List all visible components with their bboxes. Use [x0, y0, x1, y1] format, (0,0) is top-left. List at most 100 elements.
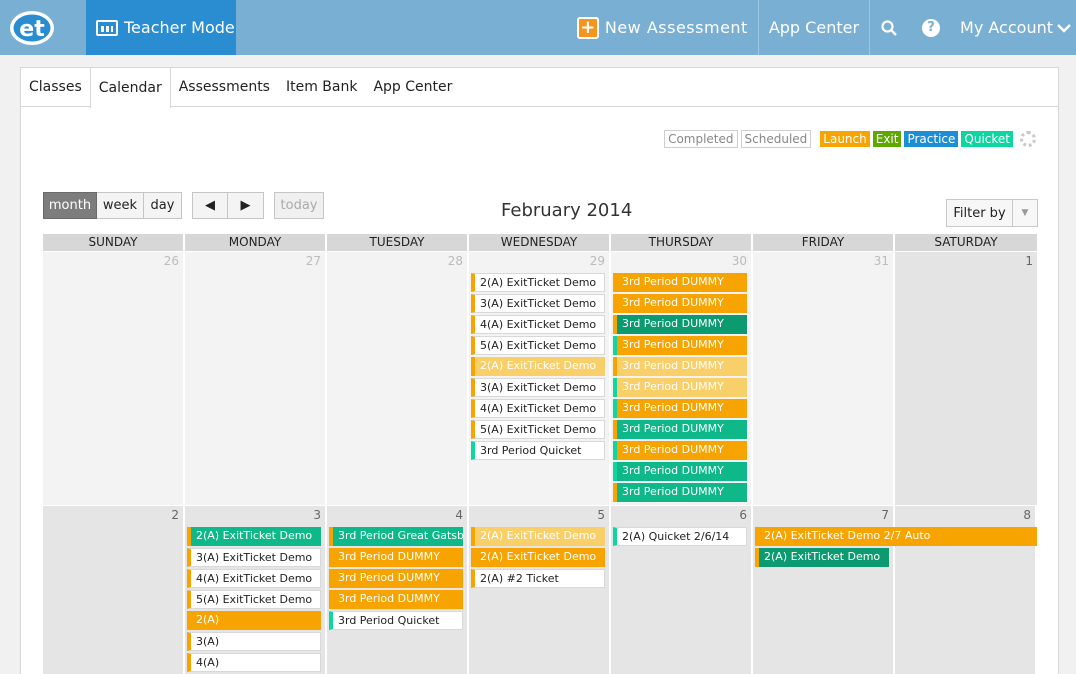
calendar-event[interactable]: 3rd Period DUMMY — [613, 441, 747, 460]
calendar-event[interactable]: 5(A) ExitTicket Demo — [471, 420, 605, 439]
day-of-week-thursday: THURSDAY — [611, 234, 751, 251]
calendar-day-cell[interactable]: 2 — [43, 506, 183, 674]
calendar-day-cell[interactable]: 29 2(A) ExitTicket Demo 3(A) ExitTicket De… — [469, 252, 609, 505]
day-of-week-tuesday: TUESDAY — [327, 234, 467, 251]
calendar-event[interactable]: 3rd Period DUMMY — [613, 399, 747, 418]
app-center-nav-label: App Center — [768, 18, 860, 37]
calendar-event[interactable]: 3rd Period DUMMY — [613, 483, 747, 502]
calendar-event[interactable]: 2(A) ExitTicket Demo — [471, 357, 605, 376]
calendar-day-cell[interactable]: 27 — [185, 252, 325, 505]
calendar-day-cell[interactable]: 31 — [753, 252, 893, 505]
calendar-week-row: 2 3 2(A) ExitTicket Demo 3(A) ExitTicket De… — [43, 506, 1037, 674]
calendar-event[interactable]: 2(A) ExitTicket Demo — [755, 548, 889, 567]
day-number: 1 — [1025, 254, 1033, 268]
calendar-event[interactable]: 3rd Period Quicket — [471, 441, 605, 460]
calendar-event[interactable]: 3rd Period DUMMY — [329, 590, 463, 609]
day-of-week-saturday: SATURDAY — [895, 234, 1037, 251]
view-week-button[interactable]: week — [97, 192, 144, 219]
calendar-event[interactable]: 5(A) ExitTicket Demo — [187, 590, 321, 609]
day-number: 2 — [171, 508, 179, 522]
calendar-day-cell[interactable]: 28 — [327, 252, 467, 505]
tab-classes[interactable]: Classes — [21, 68, 90, 106]
tab-item-bank[interactable]: Item Bank — [278, 68, 365, 106]
calendar-event[interactable]: 2(A) ExitTicket Demo — [187, 527, 321, 546]
calendar-event[interactable]: 3rd Period DUMMY — [329, 569, 463, 588]
legend-completed[interactable]: Completed — [664, 130, 738, 148]
loading-spinner-icon — [1020, 131, 1036, 147]
calendar-event[interactable]: 3rd Period DUMMY — [613, 378, 747, 397]
calendar-event[interactable]: 3(A) ExitTicket Demo — [471, 294, 605, 313]
legend-practice[interactable]: Practice — [904, 131, 959, 147]
search-button[interactable] — [869, 0, 910, 55]
calendar-day-cell[interactable]: 26 — [43, 252, 183, 505]
calendar-event[interactable]: 2(A) Quicket 2/6/14 — [613, 527, 747, 546]
calendar-event-spanning[interactable]: 2(A) ExitTicket Demo 2/7 Auto — [755, 527, 1037, 546]
calendar-event[interactable]: 3rd Period DUMMY — [613, 315, 747, 334]
calendar-event[interactable]: 4(A) ExitTicket Demo — [187, 569, 321, 588]
calendar-event[interactable]: 3rd Period DUMMY — [613, 336, 747, 355]
chart-board-icon — [96, 19, 118, 36]
today-button[interactable]: today — [274, 192, 324, 219]
prev-month-button[interactable]: ◀ — [192, 192, 228, 219]
calendar-event[interactable]: 4(A) — [187, 653, 321, 672]
legend-quicket[interactable]: Quicket — [961, 131, 1013, 147]
calendar-event[interactable]: 3rd Period DUMMY — [613, 420, 747, 439]
calendar-event[interactable]: 3rd Period DUMMY — [613, 357, 747, 376]
day-of-week-friday: FRIDAY — [753, 234, 893, 251]
calendar-event[interactable]: 3rd Period DUMMY — [613, 273, 747, 292]
app-center-nav-button[interactable]: App Center — [757, 0, 869, 55]
calendar-day-cell[interactable]: 30 3rd Period DUMMY 3rd Period DUMMY 3rd Pe… — [611, 252, 751, 505]
calendar-day-cell[interactable]: 1 — [895, 252, 1037, 505]
calendar-event[interactable]: 3(A) ExitTicket Demo — [187, 548, 321, 567]
calendar-event[interactable]: 3rd Period Great Gatsby — [329, 527, 463, 546]
calendar-event[interactable]: 3rd Period DUMMY — [613, 294, 747, 313]
calendar-event[interactable]: 2(A) #2 Ticket — [471, 569, 605, 588]
tab-assessments[interactable]: Assessments — [171, 68, 278, 106]
calendar-event[interactable]: 2(A) ExitTicket Demo — [471, 527, 605, 546]
my-account-label: My Account — [960, 18, 1053, 37]
calendar-event[interactable]: 3rd Period DUMMY — [613, 462, 747, 481]
tab-calendar[interactable]: Calendar — [89, 68, 171, 108]
calendar-event[interactable]: 3rd Period DUMMY — [329, 548, 463, 567]
day-number: 4 — [455, 508, 463, 522]
view-day-button[interactable]: day — [144, 192, 182, 219]
calendar-event[interactable]: 3(A) ExitTicket Demo — [471, 378, 605, 397]
view-month-button[interactable]: month — [43, 192, 97, 219]
calendar-event[interactable]: 2(A) ExitTicket Demo — [471, 548, 605, 567]
calendar-week-row: 26 27 28 29 2(A) ExitTicket Demo 3(A) ExitTic… — [43, 252, 1037, 505]
my-account-button[interactable]: My Account — [954, 0, 1076, 55]
calendar-event[interactable]: 4(A) ExitTicket Demo — [471, 399, 605, 418]
view-switcher: month week day — [43, 192, 182, 219]
calendar-event[interactable]: 3rd Period Quicket — [329, 611, 463, 630]
teacher-mode-button[interactable]: Teacher Mode — [86, 0, 236, 55]
svg-text:et: et — [19, 17, 45, 42]
help-button[interactable]: ? — [910, 0, 954, 55]
legend-exit[interactable]: Exit — [872, 131, 902, 147]
calendar-day-cell[interactable]: 6 2(A) Quicket 2/6/14 — [611, 506, 751, 674]
calendar-event[interactable]: 5(A) ExitTicket Demo — [471, 336, 605, 355]
new-assessment-button[interactable]: + New Assessment — [567, 0, 758, 55]
legend: Completed Scheduled Launch Exit Practice… — [664, 130, 1036, 148]
calendar-event[interactable]: 2(A) ExitTicket Demo — [471, 273, 605, 292]
triangle-right-icon: ▶ — [240, 198, 251, 213]
day-number: 26 — [163, 254, 179, 268]
legend-scheduled[interactable]: Scheduled — [740, 130, 812, 148]
legend-launch[interactable]: Launch — [820, 131, 870, 147]
exitticket-logo[interactable]: et — [8, 8, 60, 48]
day-number: 29 — [589, 254, 605, 268]
calendar-day-cell[interactable]: 5 2(A) ExitTicket Demo 2(A) ExitTicket Dem… — [469, 506, 609, 674]
filter-by-dropdown[interactable]: Filter by ▼ — [946, 199, 1038, 227]
calendar-event[interactable]: 2(A) — [187, 611, 321, 630]
top-nav-bar: et Teacher Mode + New Assessment App Cen… — [0, 0, 1076, 55]
calendar-day-cell[interactable]: 4 3rd Period Great Gatsby 3rd Period DUMMY… — [327, 506, 467, 674]
calendar-event[interactable]: 3(A) — [187, 632, 321, 651]
day-number: 28 — [447, 254, 463, 268]
day-number: 5 — [597, 508, 605, 522]
triangle-left-icon: ◀ — [205, 198, 215, 213]
calendar-day-cell[interactable]: 3 2(A) ExitTicket Demo 3(A) ExitTicket Dem… — [185, 506, 325, 674]
tab-app-center[interactable]: App Center — [365, 68, 460, 106]
calendar-event[interactable]: 4(A) ExitTicket Demo — [471, 315, 605, 334]
day-of-week-monday: MONDAY — [185, 234, 325, 251]
day-of-week-header: SUNDAY MONDAY TUESDAY WEDNESDAY THURSDAY FRID… — [43, 234, 1037, 251]
next-month-button[interactable]: ▶ — [228, 192, 264, 219]
